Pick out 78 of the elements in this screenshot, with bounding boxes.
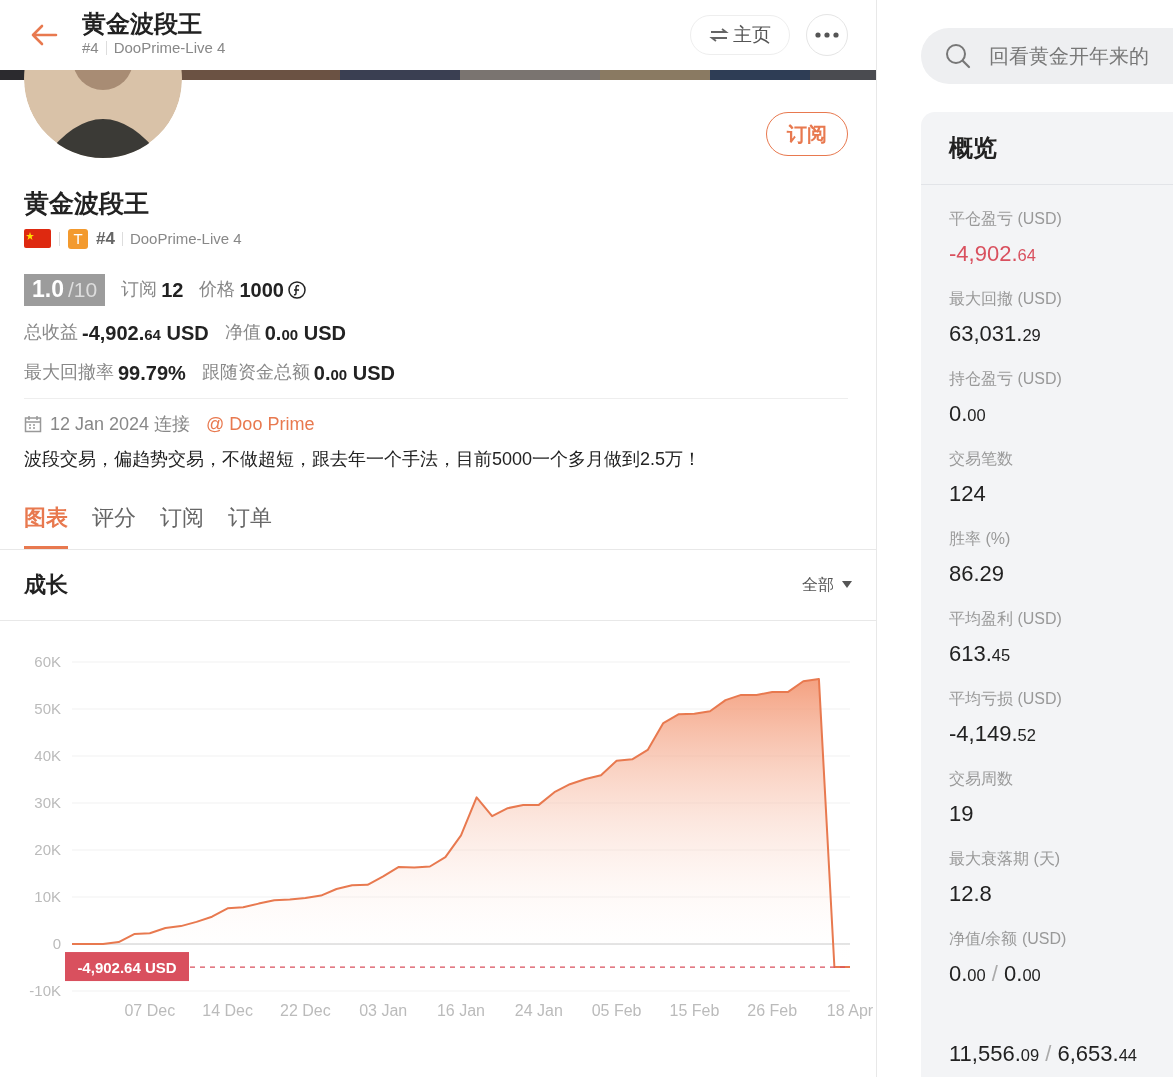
axis-label: 22 Dec bbox=[280, 1001, 331, 1019]
stat-label: 交易笔数 bbox=[949, 451, 1014, 469]
stat-label: 订阅 bbox=[121, 278, 158, 301]
stat-value: 12 bbox=[161, 277, 184, 303]
stat-label: 总收益 bbox=[24, 321, 78, 344]
stat-label: 价格 bbox=[199, 278, 236, 301]
range-dropdown[interactable]: 全部 bbox=[802, 572, 852, 597]
stat-value: 12.8 bbox=[949, 883, 993, 905]
search-icon bbox=[945, 43, 971, 69]
stat-label: 净值 bbox=[224, 321, 261, 344]
home-button[interactable]: 主页 bbox=[690, 15, 790, 55]
stat-label: 交易周数 bbox=[949, 771, 1014, 789]
axis-label: 15 Feb bbox=[669, 1001, 720, 1019]
tab[interactable]: 评分 bbox=[92, 500, 136, 549]
description-text: 波段交易，偏趋势交易，不做超短，跟去年一个手法，目前5000一个多月做到2.5万！ bbox=[24, 447, 703, 471]
stat-label: 净值/余额 (USD) bbox=[949, 931, 1068, 949]
swap-icon bbox=[709, 27, 729, 43]
rank-text: #4 bbox=[96, 228, 115, 250]
axis-label: 16 Jan bbox=[437, 1001, 485, 1019]
search-field[interactable]: 回看黄金开年来的 bbox=[921, 28, 1173, 84]
axis-label: 10K bbox=[34, 887, 61, 905]
stat-label: 平均亏损 (USD) bbox=[949, 691, 1063, 709]
axis-label: 60K bbox=[34, 652, 61, 670]
more-icon bbox=[815, 32, 839, 38]
stat-value: -4,149.52 bbox=[949, 723, 1037, 745]
stat-label: 最大回撤率 bbox=[24, 361, 114, 384]
score-badge: 1.0 /10 bbox=[24, 273, 106, 306]
server-text: DooPrime-Live 4 bbox=[113, 37, 226, 58]
stat-label: 平均盈利 (USD) bbox=[949, 611, 1063, 629]
axis-label: 50K bbox=[34, 699, 61, 717]
axis-label: 24 Jan bbox=[514, 1001, 563, 1019]
stat-label: 最大回撤 (USD) bbox=[949, 291, 1063, 309]
stat-value: 0.00 USD bbox=[313, 360, 395, 386]
stat-value: -4,902.64 USD bbox=[82, 320, 209, 346]
stat-value: 63,031.29 bbox=[949, 323, 1042, 345]
stat-value: 11,556.09 / 6,653.44 bbox=[949, 1043, 1139, 1065]
more-button[interactable] bbox=[806, 14, 848, 56]
tab[interactable]: 订单 bbox=[228, 500, 272, 549]
value-tag-text: -4,902.64 USD bbox=[77, 958, 177, 976]
flag-icon bbox=[24, 229, 51, 249]
stat-value: 124 bbox=[949, 483, 987, 505]
stat-label: 胜率 (%) bbox=[949, 531, 1012, 549]
stat-label: 跟随资金总额 bbox=[201, 361, 310, 384]
server-text: DooPrime-Live 4 bbox=[129, 228, 242, 249]
stat-label: 最大衰落期 (天) bbox=[949, 851, 1062, 869]
stat-value: 613.45 bbox=[949, 643, 1012, 665]
axis-label: 05 Feb bbox=[591, 1001, 642, 1019]
stat-label: 平仓盈亏 (USD) bbox=[949, 211, 1063, 229]
axis-label: 0 bbox=[52, 934, 61, 952]
stat-value: 86.29 bbox=[949, 563, 1006, 585]
axis-label: 18 Apr bbox=[826, 1001, 874, 1019]
tab[interactable]: 订阅 bbox=[160, 500, 204, 549]
card-title: 概览 bbox=[921, 112, 1173, 185]
caret-icon bbox=[842, 581, 852, 588]
calendar-icon bbox=[24, 415, 42, 433]
stat-value: 0.00 USD bbox=[264, 320, 346, 346]
page-title: 黄金波段王 bbox=[82, 10, 203, 37]
tier-badge: T bbox=[68, 228, 88, 249]
trader-name: 黄金波段王 bbox=[24, 188, 150, 218]
axis-label: -10K bbox=[29, 981, 61, 999]
stat-label: 持仓盈亏 (USD) bbox=[949, 371, 1063, 389]
axis-label: 03 Jan bbox=[359, 1001, 408, 1019]
rank-text: #4 bbox=[82, 37, 99, 58]
stat-value: 19 bbox=[949, 803, 975, 825]
stat-value: 0.00 / 0.00 bbox=[949, 963, 1042, 985]
axis-label: 30K bbox=[34, 793, 61, 811]
axis-label: 14 Dec bbox=[202, 1001, 253, 1019]
stat-value: -4,902.64 bbox=[949, 243, 1037, 265]
axis-label: 26 Feb bbox=[747, 1001, 798, 1019]
stat-value: 99.79% bbox=[118, 360, 186, 386]
section-title: 成长 bbox=[24, 571, 68, 599]
stat-value: 1000 bbox=[239, 277, 284, 303]
stat-value: 0.00 bbox=[949, 403, 987, 425]
axis-label: 07 Dec bbox=[124, 1001, 176, 1019]
axis-label: 40K bbox=[34, 746, 61, 764]
axis-label: 20K bbox=[34, 840, 61, 858]
back-icon[interactable] bbox=[30, 24, 58, 46]
connected-date: 12 Jan 2024 连接 bbox=[50, 412, 191, 436]
